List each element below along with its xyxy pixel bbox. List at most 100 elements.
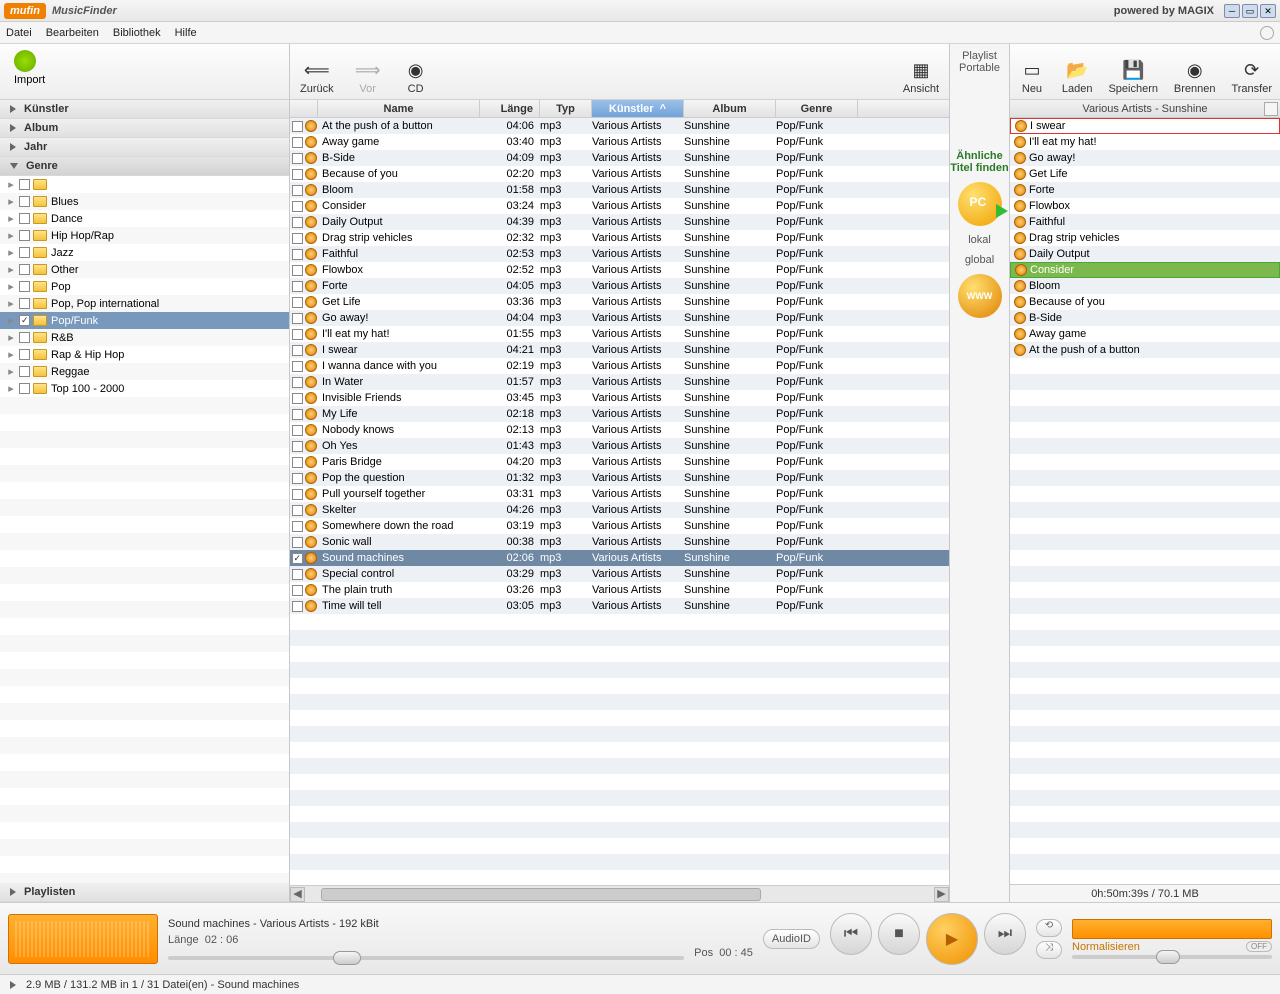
playlist-item[interactable]: Because of you xyxy=(1010,294,1280,310)
playlist-item[interactable]: Daily Output xyxy=(1010,246,1280,262)
track-checkbox[interactable] xyxy=(292,489,303,500)
track-checkbox[interactable] xyxy=(292,329,303,340)
genre-checkbox[interactable] xyxy=(19,179,30,190)
track-row[interactable]: I wanna dance with you02:19mp3Various Ar… xyxy=(290,358,949,374)
scroll-thumb[interactable] xyxy=(321,888,761,901)
expand-icon[interactable]: ▸ xyxy=(6,229,16,242)
col-name[interactable]: Name xyxy=(318,100,480,117)
volume-knob[interactable] xyxy=(1156,950,1180,964)
expand-icon[interactable]: ▸ xyxy=(6,178,16,191)
genre-item[interactable]: ▸Other xyxy=(0,261,289,278)
genre-item[interactable]: ▸Pop, Pop international xyxy=(0,295,289,312)
edit-playlist-icon[interactable] xyxy=(1264,102,1278,116)
track-row[interactable]: I'll eat my hat!01:55mp3Various ArtistsS… xyxy=(290,326,949,342)
track-row[interactable]: The plain truth03:26mp3Various ArtistsSu… xyxy=(290,582,949,598)
playlist-item[interactable]: I'll eat my hat! xyxy=(1010,134,1280,150)
track-checkbox[interactable] xyxy=(292,297,303,308)
genre-checkbox[interactable] xyxy=(19,366,30,377)
track-row[interactable]: Bloom01:58mp3Various ArtistsSunshinePop/… xyxy=(290,182,949,198)
expand-icon[interactable]: ▸ xyxy=(6,195,16,208)
scroll-left-icon[interactable]: ◀ xyxy=(290,887,305,902)
playlist-item[interactable]: At the push of a button xyxy=(1010,342,1280,358)
import-section[interactable]: Import xyxy=(0,44,289,100)
genre-checkbox[interactable] xyxy=(19,298,30,309)
expand-icon[interactable]: ▸ xyxy=(6,382,16,395)
track-row[interactable]: Sonic wall00:38mp3Various ArtistsSunshin… xyxy=(290,534,949,550)
track-checkbox[interactable] xyxy=(292,249,303,260)
playlist-item[interactable]: I swear xyxy=(1010,118,1280,134)
nav-kuenstler[interactable]: Künstler xyxy=(0,100,289,119)
track-grid[interactable]: At the push of a button04:06mp3Various A… xyxy=(290,118,949,885)
track-row[interactable]: Daily Output04:39mp3Various ArtistsSunsh… xyxy=(290,214,949,230)
horizontal-scrollbar[interactable]: ◀ ▶ xyxy=(290,885,949,902)
track-checkbox[interactable] xyxy=(292,505,303,516)
track-row[interactable]: Oh Yes01:43mp3Various ArtistsSunshinePop… xyxy=(290,438,949,454)
track-row[interactable]: I swear04:21mp3Various ArtistsSunshinePo… xyxy=(290,342,949,358)
load-button[interactable]: 📂Laden xyxy=(1062,59,1093,95)
new-button[interactable]: ▭Neu xyxy=(1018,59,1046,95)
cd-button[interactable]: ◉CD xyxy=(402,59,430,95)
track-checkbox[interactable] xyxy=(292,601,303,612)
track-checkbox[interactable] xyxy=(292,185,303,196)
track-checkbox[interactable] xyxy=(292,441,303,452)
genre-checkbox[interactable] xyxy=(19,196,30,207)
genre-checkbox[interactable] xyxy=(19,247,30,258)
track-row[interactable]: Invisible Friends03:45mp3Various Artists… xyxy=(290,390,949,406)
track-row[interactable]: Flowbox02:52mp3Various ArtistsSunshinePo… xyxy=(290,262,949,278)
track-checkbox[interactable] xyxy=(292,313,303,324)
track-row[interactable]: Pop the question01:32mp3Various ArtistsS… xyxy=(290,470,949,486)
playlist-item[interactable]: Flowbox xyxy=(1010,198,1280,214)
genre-item[interactable]: ▸Rap & Hip Hop xyxy=(0,346,289,363)
genre-item[interactable]: ▸Reggae xyxy=(0,363,289,380)
track-row[interactable]: Faithful02:53mp3Various ArtistsSunshineP… xyxy=(290,246,949,262)
repeat-button[interactable]: ⟲ xyxy=(1036,919,1062,937)
expand-icon[interactable]: ▸ xyxy=(6,314,16,327)
transfer-button[interactable]: ⟳Transfer xyxy=(1231,59,1272,95)
minimize-button[interactable]: ─ xyxy=(1224,4,1240,18)
track-checkbox[interactable] xyxy=(292,169,303,180)
col-genre[interactable]: Genre xyxy=(776,100,858,117)
genre-checkbox[interactable] xyxy=(19,230,30,241)
expand-icon[interactable]: ▸ xyxy=(6,280,16,293)
normalize-toggle[interactable]: OFF xyxy=(1246,941,1272,952)
expand-icon[interactable]: ▸ xyxy=(6,365,16,378)
col-kuenstler[interactable]: Künstler ^ xyxy=(592,100,684,117)
playlist-item[interactable]: Bloom xyxy=(1010,278,1280,294)
nav-album[interactable]: Album xyxy=(0,119,289,138)
track-row[interactable]: Consider03:24mp3Various ArtistsSunshineP… xyxy=(290,198,949,214)
genre-item[interactable]: ▸Hip Hop/Rap xyxy=(0,227,289,244)
maximize-button[interactable]: ▭ xyxy=(1242,4,1258,18)
volume-slider[interactable] xyxy=(1072,955,1272,959)
track-checkbox[interactable] xyxy=(292,281,303,292)
track-row[interactable]: Away game03:40mp3Various ArtistsSunshine… xyxy=(290,134,949,150)
track-row[interactable]: Because of you02:20mp3Various ArtistsSun… xyxy=(290,166,949,182)
track-checkbox[interactable] xyxy=(292,217,303,228)
status-expand-icon[interactable] xyxy=(10,981,16,989)
menu-datei[interactable]: Datei xyxy=(6,27,32,39)
track-row[interactable]: Somewhere down the road03:19mp3Various A… xyxy=(290,518,949,534)
nav-jahr[interactable]: Jahr xyxy=(0,138,289,157)
playlist-item[interactable]: Get Life xyxy=(1010,166,1280,182)
track-row[interactable]: At the push of a button04:06mp3Various A… xyxy=(290,118,949,134)
track-row[interactable]: Skelter04:26mp3Various ArtistsSunshinePo… xyxy=(290,502,949,518)
shuffle-button[interactable]: ⤨ xyxy=(1036,941,1062,959)
playlist-item[interactable]: Drag strip vehicles xyxy=(1010,230,1280,246)
find-similar-global-button[interactable]: WWW xyxy=(958,274,1002,318)
track-checkbox[interactable] xyxy=(292,537,303,548)
expand-icon[interactable]: ▸ xyxy=(6,297,16,310)
track-checkbox[interactable] xyxy=(292,585,303,596)
track-row[interactable]: Forte04:05mp3Various ArtistsSunshinePop/… xyxy=(290,278,949,294)
track-checkbox[interactable] xyxy=(292,137,303,148)
genre-checkbox[interactable] xyxy=(19,213,30,224)
back-button[interactable]: ⟸Zurück xyxy=(300,59,334,95)
genre-item[interactable]: ▸ xyxy=(0,176,289,193)
nav-genre[interactable]: Genre xyxy=(0,157,289,176)
track-checkbox[interactable] xyxy=(292,553,303,564)
burn-button[interactable]: ◉Brennen xyxy=(1174,59,1216,95)
genre-checkbox[interactable] xyxy=(19,315,30,326)
expand-icon[interactable]: ▸ xyxy=(6,212,16,225)
playlist-item[interactable]: B-Side xyxy=(1010,310,1280,326)
play-button[interactable]: ▶ xyxy=(926,913,978,965)
close-button[interactable]: ✕ xyxy=(1260,4,1276,18)
track-checkbox[interactable] xyxy=(292,457,303,468)
